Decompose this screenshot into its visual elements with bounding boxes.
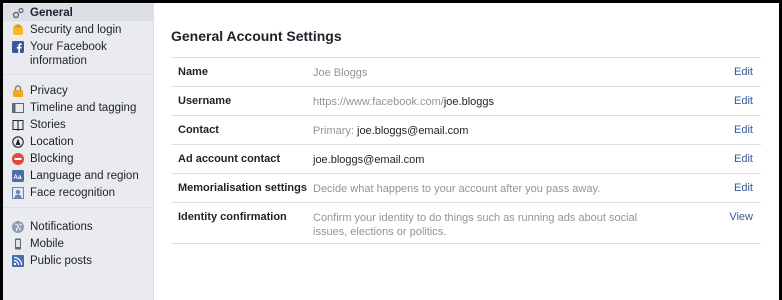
edit-ad-account-contact-link[interactable]: Edit bbox=[734, 153, 753, 165]
settings-sidebar: General Security and login Your Facebook… bbox=[3, 3, 154, 300]
sidebar-item-label: Blocking bbox=[30, 153, 74, 165]
sidebar-item-privacy[interactable]: Privacy bbox=[3, 82, 153, 99]
sidebar-item-general[interactable]: General bbox=[3, 4, 153, 21]
row-label: Memorialisation settings bbox=[178, 182, 307, 194]
sidebar-item-mobile[interactable]: Mobile bbox=[3, 235, 153, 252]
settings-row-name: Name Joe Bloggs Edit bbox=[171, 58, 761, 87]
sidebar-divider bbox=[3, 74, 153, 75]
page-title: General Account Settings bbox=[171, 28, 342, 44]
sidebar-item-notifications[interactable]: Notifications bbox=[3, 218, 153, 235]
sidebar-item-security[interactable]: Security and login bbox=[3, 21, 153, 38]
sidebar-item-your-facebook-information[interactable]: Your Facebook information bbox=[3, 38, 153, 71]
lock-icon bbox=[12, 85, 24, 97]
row-value: Primary: joe.bloggs@email.com bbox=[313, 125, 469, 137]
row-value: Joe Bloggs bbox=[313, 67, 368, 79]
settings-row-memorialisation: Memorialisation settings Decide what hap… bbox=[171, 174, 761, 203]
svg-text:Aa: Aa bbox=[13, 174, 22, 181]
edit-username-link[interactable]: Edit bbox=[734, 95, 753, 107]
facebook-icon bbox=[12, 41, 24, 53]
language-icon: Aa bbox=[12, 170, 24, 182]
sidebar-item-label: Security and login bbox=[30, 24, 122, 36]
row-value: Confirm your identity to do things such … bbox=[313, 212, 638, 238]
edit-name-link[interactable]: Edit bbox=[734, 66, 753, 78]
row-value: https://www.facebook.com/joe.bloggs bbox=[313, 96, 494, 108]
edit-memorialisation-link[interactable]: Edit bbox=[734, 182, 753, 194]
settings-row-identity-confirmation: Identity confirmation Confirm your ident… bbox=[171, 203, 761, 244]
sidebar-item-timeline-and-tagging[interactable]: Timeline and tagging bbox=[3, 99, 153, 116]
row-value: Decide what happens to your account afte… bbox=[313, 183, 601, 195]
globe-icon bbox=[12, 221, 24, 233]
settings-table: Name Joe Bloggs Edit Username https://ww… bbox=[171, 57, 761, 244]
timeline-icon bbox=[12, 102, 24, 114]
block-icon bbox=[12, 153, 24, 165]
sidebar-item-label: Notifications bbox=[30, 221, 93, 233]
shield-icon bbox=[12, 24, 24, 36]
sidebar-item-language-and-region[interactable]: Aa Language and region bbox=[3, 167, 153, 184]
main-content: General Account Settings Name Joe Bloggs… bbox=[171, 3, 779, 244]
row-label: Username bbox=[178, 95, 232, 107]
sidebar-item-label: Language and region bbox=[30, 170, 139, 182]
edit-contact-link[interactable]: Edit bbox=[734, 124, 753, 136]
sidebar-group-privacy: Privacy Timeline and tagging Stories Loc… bbox=[3, 78, 153, 201]
settings-row-username: Username https://www.facebook.com/joe.bl… bbox=[171, 87, 761, 116]
sidebar-item-blocking[interactable]: Blocking bbox=[3, 150, 153, 167]
sidebar-item-location[interactable]: Location bbox=[3, 133, 153, 150]
rss-icon bbox=[12, 255, 24, 267]
sidebar-item-label: Mobile bbox=[30, 238, 64, 250]
row-label: Name bbox=[178, 66, 208, 78]
book-icon bbox=[12, 119, 24, 131]
row-label: Ad account contact bbox=[178, 153, 281, 165]
row-value: joe.bloggs@email.com bbox=[313, 154, 425, 166]
view-identity-confirmation-link[interactable]: View bbox=[729, 211, 753, 223]
mobile-icon bbox=[12, 238, 24, 250]
face-icon bbox=[12, 187, 24, 199]
sidebar-group-account: General Security and login Your Facebook… bbox=[3, 4, 153, 71]
sidebar-item-stories[interactable]: Stories bbox=[3, 116, 153, 133]
sidebar-item-label: Public posts bbox=[30, 255, 93, 267]
row-label: Identity confirmation bbox=[178, 211, 287, 223]
sidebar-item-public-posts[interactable]: Public posts bbox=[3, 252, 153, 269]
sidebar-item-label: Face recognition bbox=[30, 187, 116, 199]
sidebar-group-other: Notifications Mobile Public posts bbox=[3, 211, 153, 269]
sidebar-divider bbox=[3, 207, 153, 208]
sidebar-item-label: General bbox=[30, 7, 73, 19]
sidebar-item-label: Your Facebook information bbox=[30, 41, 107, 67]
settings-row-contact: Contact Primary: joe.bloggs@email.com Ed… bbox=[171, 116, 761, 145]
sidebar-item-face-recognition[interactable]: Face recognition bbox=[3, 184, 153, 201]
location-icon bbox=[12, 136, 24, 148]
settings-row-ad-account-contact: Ad account contact joe.bloggs@email.com … bbox=[171, 145, 761, 174]
sidebar-item-label: Location bbox=[30, 136, 74, 148]
sidebar-item-label: Stories bbox=[30, 119, 66, 131]
sidebar-item-label: Privacy bbox=[30, 85, 68, 97]
row-label: Contact bbox=[178, 124, 219, 136]
sidebar-item-label: Timeline and tagging bbox=[30, 102, 137, 114]
gear-icon bbox=[12, 7, 24, 19]
settings-window: General Security and login Your Facebook… bbox=[3, 3, 779, 300]
